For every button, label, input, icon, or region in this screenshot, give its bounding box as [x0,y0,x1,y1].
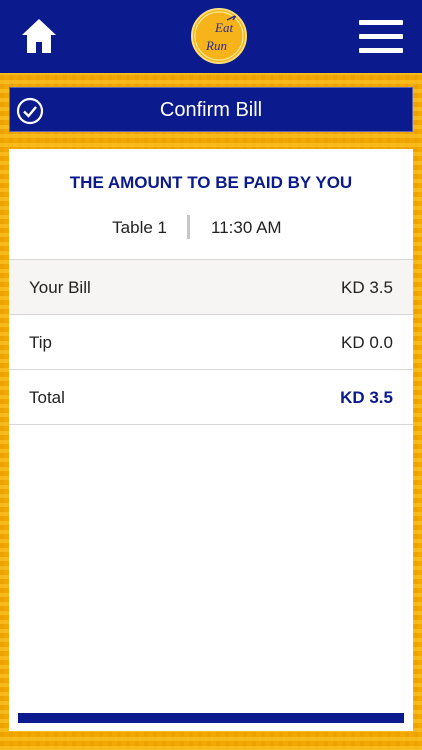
hamburger-menu-icon-bar-2 [359,34,403,39]
logo-mark: Eat Run [194,11,244,61]
bill-row-tip[interactable]: Tip KD 0.0 [9,315,413,370]
confirm-bill-titlebar: Confirm Bill [9,87,413,132]
bottom-action-bar[interactable] [18,713,404,723]
top-navigation-bar: Eat Run [0,0,422,73]
bill-row-total: Total KD 3.5 [9,370,413,425]
amount-heading: THE AMOUNT TO BE PAID BY YOU [69,173,353,192]
bill-meta: Table 1 11:30 AM [9,215,413,239]
row-label: Your Bill [29,278,91,297]
bill-rows: Your Bill KD 3.5 Tip KD 0.0 Total KD 3.5 [9,259,413,425]
hamburger-menu-icon-bar-3 [359,48,403,53]
app-logo[interactable]: Eat Run [191,8,247,64]
logo-text-eat: Eat [214,20,233,35]
total-value: KD 3.5 [340,388,393,407]
row-value: KD 3.5 [341,278,393,297]
time-label: 11:30 AM [211,218,282,237]
bill-row-your-bill: Your Bill KD 3.5 [9,260,413,315]
hamburger-menu-icon-bar-1 [359,20,403,25]
row-label: Tip [29,333,52,352]
bill-card: THE AMOUNT TO BE PAID BY YOU Table 1 11:… [9,149,413,731]
meta-divider [187,215,190,239]
row-label: Total [29,388,65,407]
logo-text-run: Run [205,38,227,53]
row-value: KD 0.0 [341,333,393,352]
page-title: Confirm Bill [159,99,263,121]
home-button[interactable] [20,17,58,55]
home-icon [22,19,56,53]
table-label: Table 1 [112,218,167,237]
menu-button[interactable] [359,20,403,54]
